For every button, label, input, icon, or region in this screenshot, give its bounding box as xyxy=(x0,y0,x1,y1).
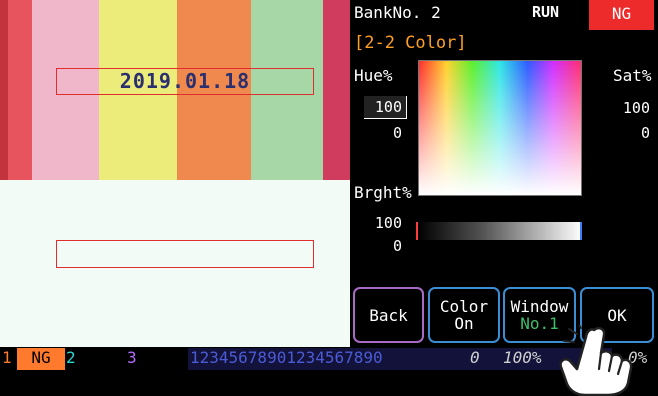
section-title: [2-2 Color] xyxy=(354,33,467,53)
status-2-result xyxy=(80,348,126,370)
stripe xyxy=(0,0,8,180)
stripe xyxy=(8,0,32,180)
hue-max-value[interactable]: 100 xyxy=(364,96,407,119)
hue-saturation-field[interactable] xyxy=(418,60,582,196)
ok-button-label: OK xyxy=(607,305,627,325)
brightness-max-value[interactable]: 100 xyxy=(364,214,406,232)
back-button[interactable]: Back xyxy=(353,287,424,343)
stripe xyxy=(323,0,350,180)
inspection-window-1[interactable] xyxy=(56,68,314,95)
color-button-line1: Color xyxy=(439,297,489,316)
window-button-line2: No.1 xyxy=(520,314,559,333)
status-3-result xyxy=(140,348,186,370)
status-1-result: NG xyxy=(17,348,65,370)
status-digits: 12345678901234567890 xyxy=(188,348,612,370)
brightness-min-handle[interactable] xyxy=(416,222,418,240)
status-zero: 0 xyxy=(470,348,480,367)
status-1-number: 1 xyxy=(2,348,12,367)
status-3-number: 3 xyxy=(127,348,137,367)
bank-number: BankNo. 2 xyxy=(354,3,441,22)
color-button-line2: On xyxy=(454,314,474,333)
brightness-max-handle[interactable] xyxy=(580,222,582,240)
sat-label: Sat% xyxy=(613,66,652,85)
run-status: RUN xyxy=(532,3,560,21)
brightness-min-value[interactable]: 0 xyxy=(364,237,406,255)
camera-preview: 2019.01.18 xyxy=(0,0,350,347)
back-button-label: Back xyxy=(369,305,408,325)
status-2-number: 2 xyxy=(66,348,76,367)
result-badge: NG xyxy=(589,0,654,30)
window-button-line1: Window xyxy=(510,297,569,316)
sat-max-value[interactable]: 100 xyxy=(610,99,650,117)
brightness-slider[interactable] xyxy=(418,222,582,240)
color-toggle-button[interactable]: Color On xyxy=(428,287,500,343)
hue-label: Hue% xyxy=(354,66,393,85)
hue-min-value[interactable]: 0 xyxy=(364,124,406,142)
brightness-label: Brght% xyxy=(354,183,412,202)
pointing-hand-icon xyxy=(559,325,633,396)
status-percent: 100% xyxy=(503,348,542,367)
sat-min-value[interactable]: 0 xyxy=(610,124,650,142)
inspection-window-2[interactable] xyxy=(56,240,314,268)
